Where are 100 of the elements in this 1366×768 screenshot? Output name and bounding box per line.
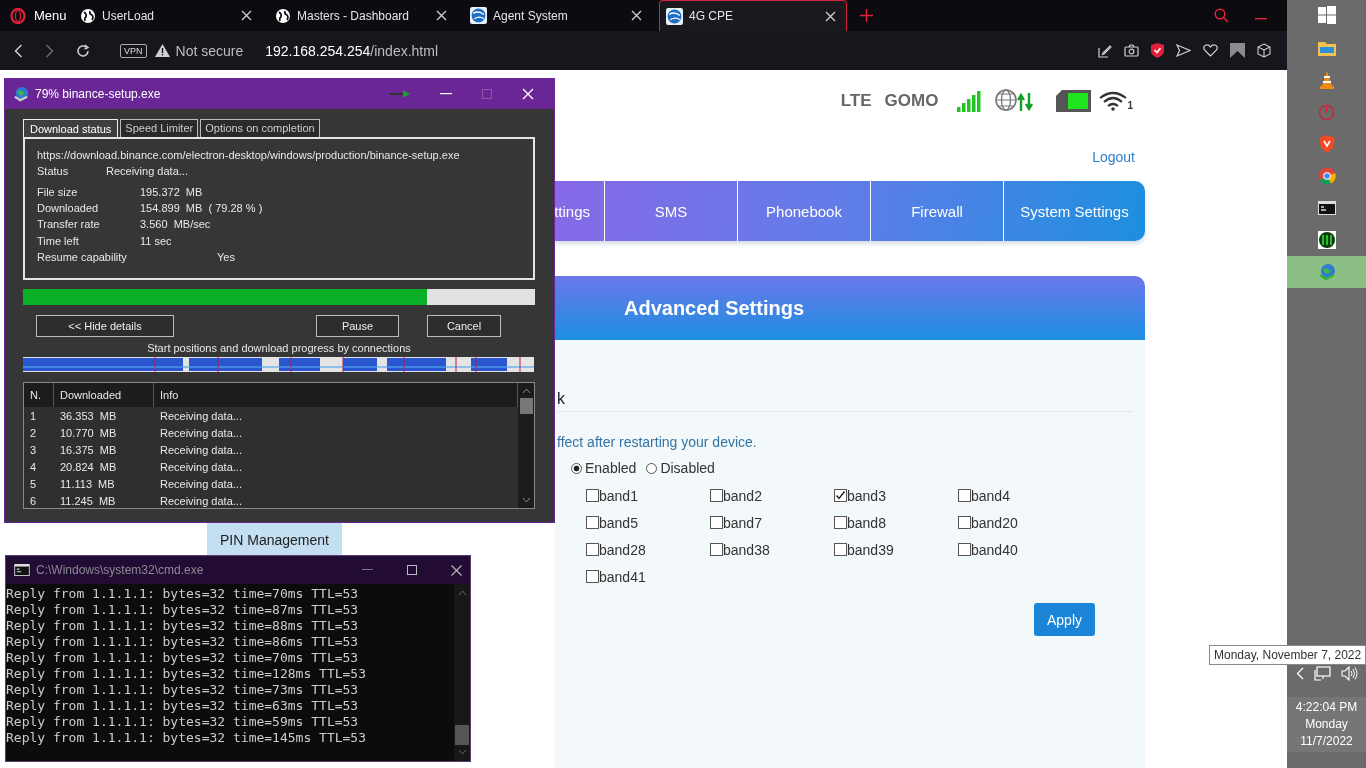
field-value: Receiving data... <box>106 164 189 179</box>
nav-item[interactable]: ttings <box>555 181 604 241</box>
close-icon[interactable] <box>451 564 462 576</box>
browser-tab[interactable]: Masters - Dashboard <box>269 0 457 31</box>
pause-button[interactable]: Pause <box>316 315 399 337</box>
radio-button[interactable] <box>646 462 658 474</box>
arrow-icon <box>390 90 410 98</box>
vpn-badge[interactable]: VPN <box>120 43 147 58</box>
checkbox-label[interactable]: band39 <box>847 541 894 558</box>
browser-tab[interactable]: UserLoad <box>74 0 262 31</box>
close-icon[interactable] <box>241 10 252 21</box>
menu-button[interactable]: Menu <box>0 0 74 31</box>
back-icon[interactable] <box>14 43 23 58</box>
checkbox[interactable] <box>834 516 847 529</box>
browser-tab[interactable]: 4G CPE <box>659 0 847 31</box>
address-field[interactable]: 192.168.254.254/index.html <box>265 42 439 59</box>
checkbox[interactable] <box>586 543 599 556</box>
minimize-icon[interactable] <box>440 93 452 95</box>
pencil-icon[interactable] <box>1098 43 1112 58</box>
close-icon[interactable] <box>436 10 447 21</box>
dialog-tab[interactable]: Options on completion <box>200 119 320 137</box>
operator-name: GOMO <box>884 91 939 111</box>
new-tab-icon[interactable] <box>860 9 873 22</box>
column-header[interactable]: N. <box>24 383 54 407</box>
checkbox-label[interactable]: band1 <box>599 487 638 504</box>
checkbox-label[interactable]: band41 <box>599 568 646 585</box>
hide-details-button[interactable]: << Hide details <box>36 315 174 337</box>
scrollbar[interactable] <box>454 584 470 761</box>
dialog-tab[interactable]: Download status <box>23 119 119 137</box>
column-header[interactable]: Downloaded <box>54 383 154 407</box>
checkbox-label[interactable]: band4 <box>971 487 1010 504</box>
scrollbar-thumb[interactable] <box>519 398 533 414</box>
dialog-tab[interactable]: Speed Limiter <box>120 119 199 137</box>
forward-icon[interactable] <box>45 43 54 58</box>
checkbox[interactable] <box>586 489 599 502</box>
scroll-up-icon[interactable] <box>457 590 467 596</box>
heart-icon[interactable] <box>1203 44 1218 57</box>
window-title: 79% binance-setup.exe <box>35 87 161 101</box>
camera-icon[interactable] <box>1124 44 1139 57</box>
radio-button[interactable] <box>571 462 582 474</box>
logout-link[interactable]: Logout <box>1092 148 1135 165</box>
checkbox[interactable] <box>586 570 599 583</box>
cancel-button[interactable]: Cancel <box>427 315 501 337</box>
checkbox-label[interactable]: band38 <box>723 541 770 558</box>
apply-button[interactable]: Apply <box>1034 603 1095 636</box>
network-icon[interactable] <box>1313 666 1331 681</box>
send-icon[interactable] <box>1176 44 1191 57</box>
scroll-down-icon[interactable] <box>521 497 531 503</box>
date-tooltip: Monday, November 7, 2022 <box>1209 645 1366 665</box>
scrollbar[interactable] <box>518 383 534 508</box>
radio-label[interactable]: Enabled <box>585 460 637 476</box>
warning-icon <box>154 44 170 57</box>
maximize-icon[interactable] <box>407 565 417 575</box>
windows-logo-icon[interactable] <box>1317 6 1336 24</box>
checkbox-label[interactable]: band8 <box>847 514 886 531</box>
close-icon[interactable] <box>631 10 642 21</box>
chevron-icon[interactable] <box>1295 667 1304 680</box>
checkbox[interactable] <box>710 543 723 556</box>
folder-icon <box>1317 40 1336 56</box>
nav-item[interactable]: SMS <box>604 181 737 241</box>
checkbox[interactable] <box>834 543 847 556</box>
clock-day: Monday <box>1305 716 1348 733</box>
scrollbar-thumb[interactable] <box>455 725 469 745</box>
window-title: C:\Windows\system32\cmd.exe <box>36 563 204 577</box>
reload-icon[interactable] <box>76 43 90 58</box>
checkbox[interactable] <box>586 516 599 529</box>
search-icon[interactable] <box>1214 8 1229 23</box>
scroll-down-icon[interactable] <box>457 749 467 755</box>
globe-icon <box>80 7 96 24</box>
bookmark-icon[interactable] <box>1230 43 1245 58</box>
checkbox-label[interactable]: band3 <box>847 487 886 504</box>
checkbox-label[interactable]: band28 <box>599 541 646 558</box>
close-icon[interactable] <box>825 10 836 22</box>
speaker-icon[interactable] <box>1340 666 1358 681</box>
nav-item[interactable]: System Settings <box>1003 181 1145 241</box>
minimize-icon[interactable] <box>1255 18 1267 21</box>
console-line: Reply from 1.1.1.1: bytes=32 time=88ms TTL=53 <box>6 618 360 634</box>
chrome-icon <box>1317 167 1336 185</box>
checkbox[interactable] <box>834 489 847 502</box>
nav-item[interactable]: Phonebook <box>737 181 870 241</box>
radio-label[interactable]: Disabled <box>660 460 715 476</box>
checkbox[interactable] <box>710 516 723 529</box>
checkbox[interactable] <box>958 489 971 502</box>
sidebar-item[interactable]: PIN Management <box>207 523 342 556</box>
checkbox-label[interactable]: band20 <box>971 514 1018 531</box>
checkbox[interactable] <box>710 489 723 502</box>
checkbox-label[interactable]: band2 <box>723 487 762 504</box>
checkbox[interactable] <box>958 516 971 529</box>
checkbox[interactable] <box>958 543 971 556</box>
scroll-up-icon[interactable] <box>521 388 531 394</box>
checkbox-label[interactable]: band5 <box>599 514 638 531</box>
checkbox-label[interactable]: band40 <box>971 541 1018 558</box>
shield-icon[interactable] <box>1151 43 1164 58</box>
checkbox-label[interactable]: band7 <box>723 514 762 531</box>
field-label: Transfer rate <box>37 217 101 233</box>
taskbar-clock[interactable]: 4:22:04 PM Monday 11/7/2022 <box>1287 697 1366 752</box>
minimize-icon[interactable] <box>362 569 373 571</box>
cube-icon[interactable] <box>1257 43 1271 58</box>
browser-tab[interactable]: Agent System <box>464 0 652 31</box>
nav-item[interactable]: Firewall <box>870 181 1003 241</box>
